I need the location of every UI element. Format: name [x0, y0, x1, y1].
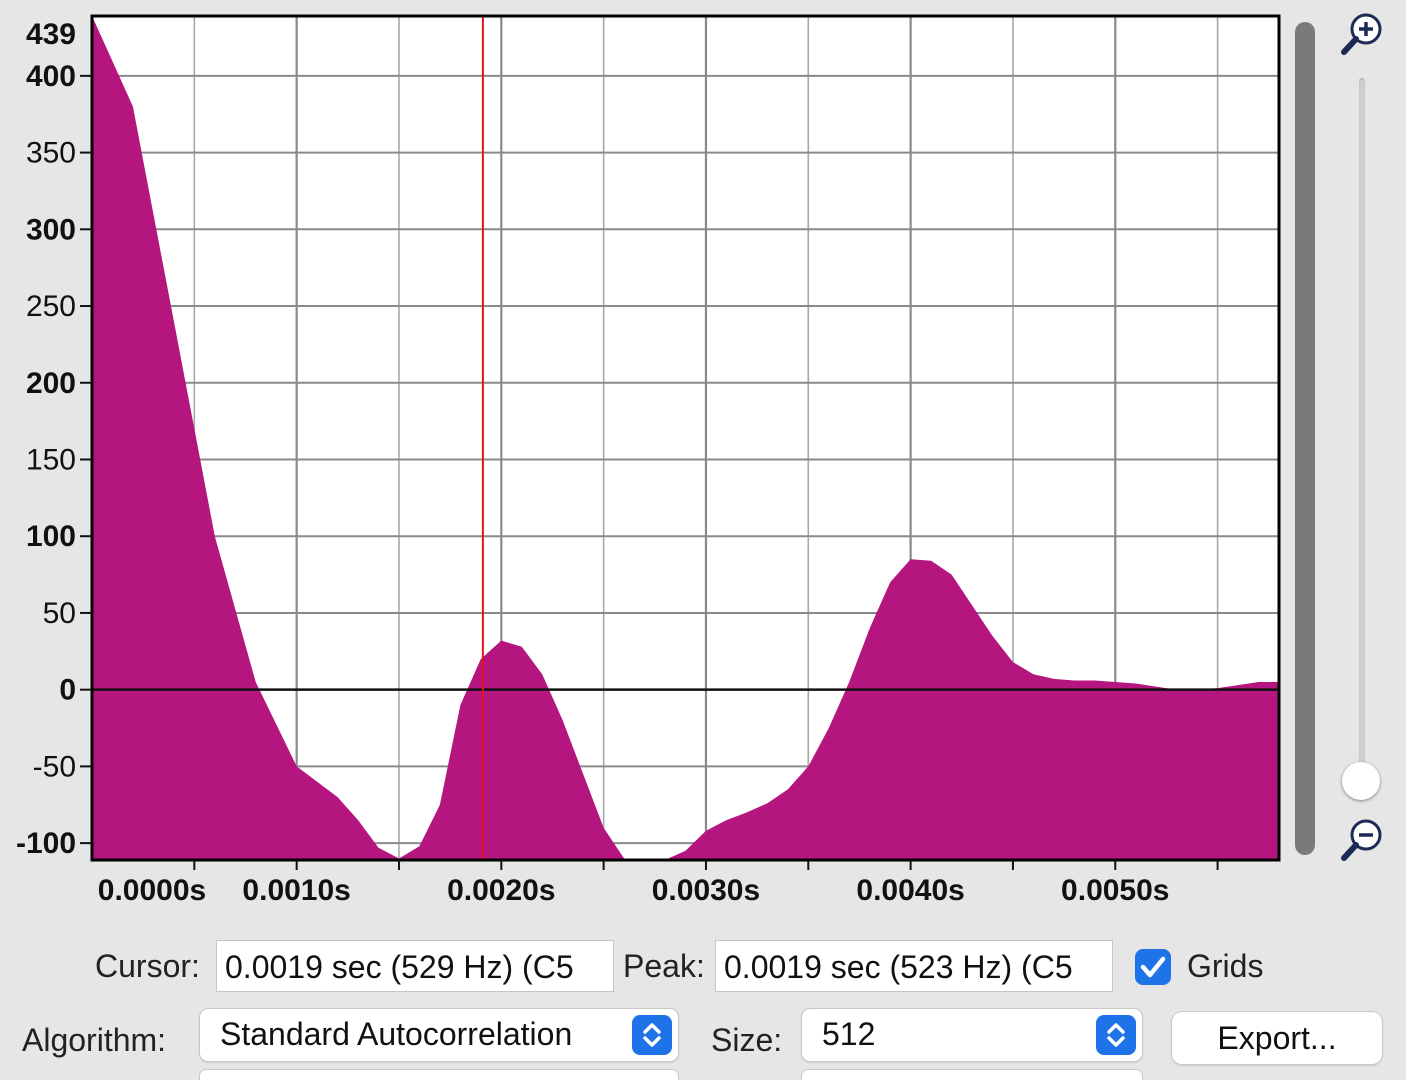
vertical-scrollbar-thumb[interactable]	[1295, 22, 1315, 855]
size-select-value: 512	[822, 1016, 876, 1052]
size-label: Size:	[711, 1022, 783, 1058]
y-tick-label: -50	[33, 750, 76, 783]
up-down-chevron-icon	[632, 1015, 672, 1055]
zoom-slider-track[interactable]	[1359, 78, 1365, 788]
y-tick-label: -100	[16, 827, 76, 860]
x-axis: 0.0000s 0.0010s 0.0020s 0.0030s 0.0040s 0.005…	[98, 860, 1219, 907]
grids-label: Grids	[1187, 948, 1264, 984]
next-row-control-edge	[200, 1070, 678, 1080]
x-tick-label: 0.0010s	[242, 874, 350, 907]
y-tick-label: 350	[26, 137, 76, 170]
algorithm-label: Algorithm:	[22, 1022, 167, 1058]
y-tick-label: 439	[26, 18, 76, 51]
peak-label: Peak:	[623, 948, 705, 984]
algorithm-select-value: Standard Autocorrelation	[220, 1016, 573, 1052]
checkmark-icon	[1140, 956, 1166, 978]
cursor-field[interactable]: 0.0019 sec (529 Hz) (C5	[216, 940, 614, 992]
x-tick-label: 0.0020s	[447, 874, 555, 907]
x-tick-label: 0.0040s	[856, 874, 964, 907]
grids-checkbox[interactable]	[1135, 949, 1171, 985]
size-select[interactable]: 512	[802, 1009, 1142, 1061]
plot-area[interactable]: 439 400 350 300 250 200 150 100 50 0 -50 -100 0.000…	[0, 0, 1290, 920]
y-tick-label: 100	[26, 520, 76, 553]
up-down-chevron-icon	[1096, 1015, 1136, 1055]
y-tick-label: 50	[43, 597, 76, 630]
peak-field[interactable]: 0.0019 sec (523 Hz) (C5	[715, 940, 1113, 992]
cursor-label: Cursor:	[95, 948, 200, 984]
zoom-slider-handle[interactable]	[1342, 762, 1380, 800]
y-tick-label: 250	[26, 290, 76, 323]
export-button[interactable]: Export...	[1172, 1012, 1382, 1064]
next-row-control-edge	[802, 1070, 1142, 1080]
y-tick-label: 0	[59, 674, 76, 707]
y-tick-label: 200	[26, 367, 76, 400]
zoom-out-icon[interactable]	[1338, 816, 1386, 864]
x-tick-label: 0.0030s	[652, 874, 760, 907]
algorithm-select[interactable]: Standard Autocorrelation	[200, 1009, 678, 1061]
x-tick-label: 0.0000s	[98, 874, 206, 907]
autocorrelation-chart[interactable]: 439 400 350 300 250 200 150 100 50 0 -50 -100 0.000…	[0, 0, 1290, 920]
y-tick-label: 400	[26, 60, 76, 93]
y-tick-label: 300	[26, 213, 76, 246]
y-tick-label: 150	[26, 443, 76, 476]
x-tick-label: 0.0050s	[1061, 874, 1169, 907]
zoom-in-icon[interactable]	[1338, 10, 1386, 58]
y-axis: 439 400 350 300 250 200 150 100 50 0 -50 -100	[16, 18, 92, 860]
